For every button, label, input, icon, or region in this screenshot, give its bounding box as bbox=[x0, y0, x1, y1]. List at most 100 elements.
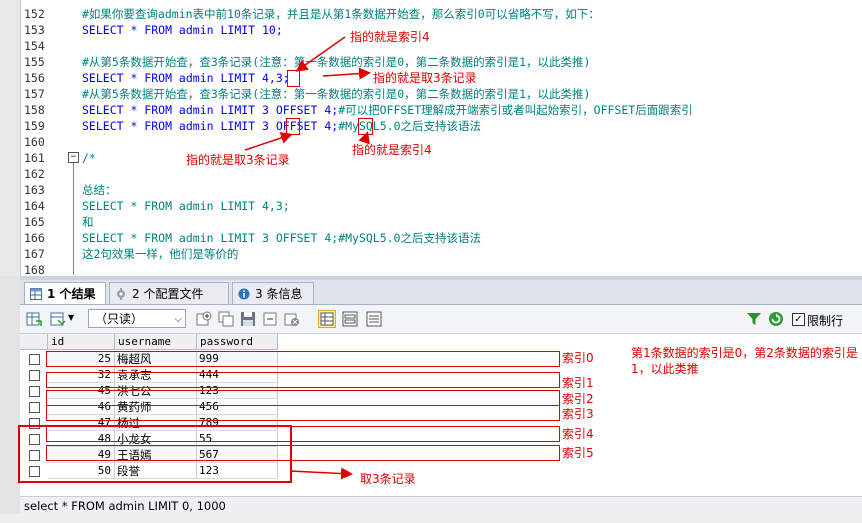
line-number: 158 bbox=[24, 103, 45, 117]
code-token: #可以把OFFSET理解成开端索引或者叫起始索引，OFFSET后面跟索引 bbox=[338, 103, 693, 117]
grid-view-icon[interactable] bbox=[318, 310, 336, 328]
code-text: #如果你要查询admin表中前10条记录，并且是从第1条数据开始查，那么索引0可… bbox=[82, 6, 600, 22]
table-icon bbox=[30, 288, 42, 300]
highlight-box-4 bbox=[287, 70, 300, 87]
export-grid-icon[interactable] bbox=[26, 311, 42, 327]
add-row-icon[interactable] bbox=[196, 311, 212, 327]
code-line[interactable]: 165 和 bbox=[20, 214, 862, 230]
tab-messages[interactable]: 3 条信息 bbox=[232, 282, 314, 304]
text-view-icon[interactable] bbox=[366, 311, 382, 327]
code-token: 这2句效果一样，他们是等价的 bbox=[82, 247, 239, 261]
code-text: #从第5条数据开始查，查3条记录(注意：第一条数据的索引是0，第二条数据的索引是… bbox=[82, 86, 590, 102]
undo-icon[interactable] bbox=[262, 311, 278, 327]
column-header-password[interactable]: password bbox=[197, 334, 278, 350]
result-tabbar: 1 个结果 2 个配置文件 3 条信息 bbox=[20, 280, 862, 305]
code-text: SELECT * FROM admin LIMIT 4,3; bbox=[82, 198, 290, 214]
line-number: 162 bbox=[24, 167, 45, 181]
code-text: 和 bbox=[82, 214, 94, 230]
code-line[interactable]: 161 /* − bbox=[20, 150, 862, 166]
refresh-icon[interactable] bbox=[768, 311, 784, 327]
code-token: SELECT * FROM admin LIMIT 4,3; bbox=[82, 71, 290, 85]
line-number: 157 bbox=[24, 87, 45, 101]
line-number: 163 bbox=[24, 183, 45, 197]
code-line[interactable]: 164 SELECT * FROM admin LIMIT 4,3; bbox=[20, 198, 862, 214]
code-line[interactable]: 162 bbox=[20, 166, 862, 182]
column-header-id[interactable]: id bbox=[48, 334, 115, 350]
line-number: 152 bbox=[24, 7, 45, 21]
code-line[interactable]: 154 bbox=[20, 38, 862, 54]
filter-icon[interactable] bbox=[746, 311, 762, 327]
fold-toggle-icon[interactable]: − bbox=[68, 152, 79, 163]
code-line[interactable]: 155 #从第5条数据开始查，查3条记录(注意：第一条数据的索引是0，第二条数据的… bbox=[20, 54, 862, 70]
profile-icon bbox=[117, 288, 125, 300]
code-line[interactable]: 157 #从第5条数据开始查，查3条记录(注意：第一条数据的索引是0，第二条数据的… bbox=[20, 86, 862, 102]
code-line[interactable]: 158 SELECT * FROM admin LIMIT 3 OFFSET 4;… bbox=[20, 102, 862, 118]
duplicate-row-icon[interactable] bbox=[218, 311, 234, 327]
line-number: 159 bbox=[24, 119, 45, 133]
row-checkbox[interactable] bbox=[29, 354, 40, 365]
chevron-down-icon[interactable]: ▼ bbox=[68, 313, 74, 322]
code-line[interactable]: 168 bbox=[20, 262, 862, 276]
code-token: SELECT * FROM admin LIMIT 3 OFFSET 4;#My… bbox=[82, 231, 481, 245]
line-number: 167 bbox=[24, 247, 45, 261]
code-token: SELECT * FROM admin LIMIT 3 OFFSET 4; bbox=[82, 103, 339, 117]
row-checkbox[interactable] bbox=[29, 386, 40, 397]
code-line[interactable]: 167 这2句效果一样，他们是等价的 bbox=[20, 246, 862, 262]
line-number: 165 bbox=[24, 215, 45, 229]
code-text: SELECT * FROM admin LIMIT 4,3; bbox=[82, 70, 290, 86]
code-line[interactable]: 163 总结： bbox=[20, 182, 862, 198]
code-line[interactable]: 153 SELECT * FROM admin LIMIT 10; bbox=[20, 22, 862, 38]
code-token: #从第5条数据开始查，查3条记录(注意：第一条数据的索引是0，第二条数据的索引是… bbox=[82, 55, 591, 69]
code-line[interactable]: 160 bbox=[20, 134, 862, 150]
code-token: 和 bbox=[82, 215, 94, 229]
line-number: 153 bbox=[24, 23, 45, 37]
row-index-box bbox=[46, 372, 560, 388]
row-index-label: 索引3 bbox=[562, 407, 594, 421]
status-query: select * FROM admin LIMIT 0, 1000 bbox=[24, 499, 226, 513]
tab-profiles[interactable]: 2 个配置文件 bbox=[109, 282, 229, 304]
line-number: 168 bbox=[24, 263, 45, 276]
code-line[interactable]: 166 SELECT * FROM admin LIMIT 3 OFFSET 4;… bbox=[20, 230, 862, 246]
status-bar: select * FROM admin LIMIT 0, 1000 bbox=[20, 496, 862, 514]
code-token: SELECT * FROM admin LIMIT 10; bbox=[82, 23, 283, 37]
code-line[interactable]: 152 #如果你要查询admin表中前10条记录，并且是从第1条数据开始查，那么索… bbox=[20, 6, 862, 22]
line-number: 161 bbox=[24, 151, 45, 165]
code-text: SELECT * FROM admin LIMIT 3 OFFSET 4;#可以… bbox=[82, 102, 693, 118]
code-text: 总结： bbox=[82, 182, 117, 198]
highlight-box-4b bbox=[358, 118, 373, 135]
save-icon[interactable] bbox=[240, 311, 256, 327]
info-icon bbox=[238, 288, 250, 300]
row-index-label: 索引4 bbox=[562, 427, 594, 441]
code-text: SELECT * FROM admin LIMIT 3 OFFSET 4;#My… bbox=[82, 230, 481, 246]
import-grid-icon[interactable] bbox=[50, 311, 66, 327]
tab-results[interactable]: 1 个结果 bbox=[24, 282, 106, 304]
row-checkbox[interactable] bbox=[29, 402, 40, 413]
row-checkbox[interactable] bbox=[29, 370, 40, 381]
annotation-take3-left: 指的就是取3条记录 bbox=[186, 153, 290, 167]
code-line[interactable]: 159 SELECT * FROM admin LIMIT 3 OFFSET 4;… bbox=[20, 118, 862, 134]
fold-guide bbox=[73, 163, 74, 275]
bottom-strip bbox=[0, 514, 862, 523]
line-number: 164 bbox=[24, 199, 45, 213]
code-text: SELECT * FROM admin LIMIT 10; bbox=[82, 22, 283, 38]
limit-rows-checkbox[interactable]: ✓ bbox=[792, 313, 805, 326]
readonly-select-value: （只读） bbox=[95, 312, 144, 326]
code-text: /* bbox=[82, 150, 96, 166]
editor-gutter bbox=[0, 0, 21, 276]
select-arrow-icon: ⌵ bbox=[174, 314, 182, 325]
delete-row-icon[interactable] bbox=[284, 311, 300, 327]
line-number: 155 bbox=[24, 55, 45, 69]
line-number: 166 bbox=[24, 231, 45, 245]
annotation-index4-top: 指的就是索引4 bbox=[350, 30, 430, 44]
sql-editor[interactable]: 152 #如果你要查询admin表中前10条记录，并且是从第1条数据开始查，那么索… bbox=[0, 0, 862, 276]
row-index-label: 索引5 bbox=[562, 446, 594, 460]
grid-corner bbox=[20, 334, 48, 350]
annotation-take3-grid: 取3条记录 bbox=[360, 472, 416, 486]
tab-messages-label: 3 条信息 bbox=[255, 287, 303, 301]
code-token: #从第5条数据开始查，查3条记录(注意：第一条数据的索引是0，第二条数据的索引是… bbox=[82, 87, 591, 101]
readonly-select[interactable]: （只读） ⌵ bbox=[88, 309, 186, 328]
code-token: SELECT * FROM admin LIMIT 4,3; bbox=[82, 199, 290, 213]
form-view-icon[interactable] bbox=[342, 311, 358, 327]
column-header-username[interactable]: username bbox=[115, 334, 197, 350]
annotation-take3-mid: 指的就是取3条记录 bbox=[373, 71, 477, 85]
